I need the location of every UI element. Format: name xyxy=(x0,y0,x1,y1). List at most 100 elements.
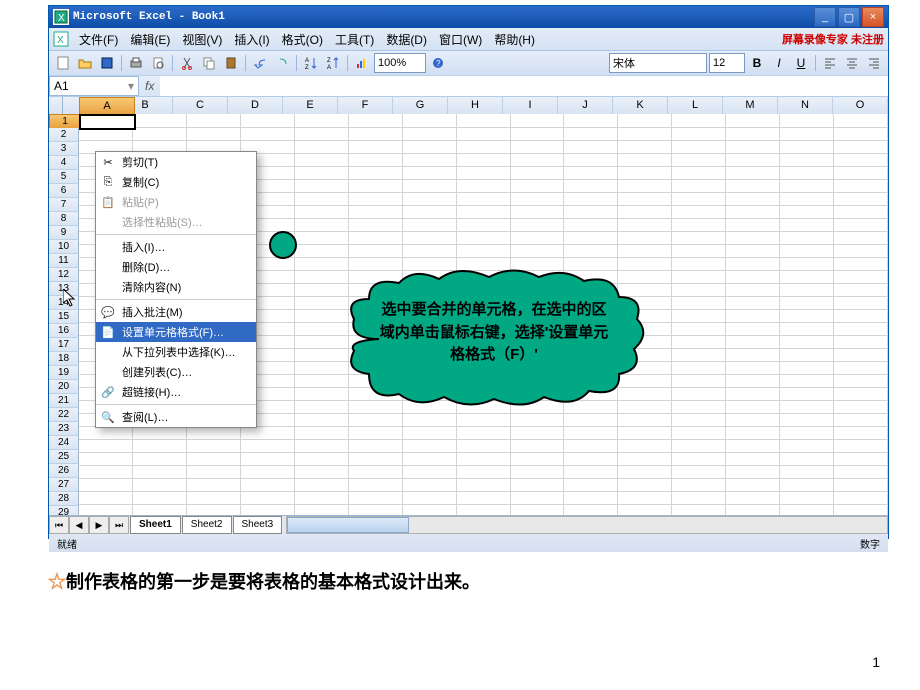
cell[interactable] xyxy=(672,348,726,362)
row-header[interactable]: 7 xyxy=(49,198,79,212)
menu-insert[interactable]: 插入(I) xyxy=(228,29,275,50)
tab-nav-last[interactable]: ⏭ xyxy=(109,516,129,534)
cell[interactable] xyxy=(403,179,457,193)
col-header[interactable]: D xyxy=(228,97,283,114)
cell[interactable] xyxy=(79,426,133,440)
cell[interactable] xyxy=(672,309,726,323)
paste-button[interactable] xyxy=(221,53,241,73)
tab-nav-prev[interactable]: ◀ xyxy=(69,516,89,534)
cell[interactable] xyxy=(187,426,241,440)
cell[interactable] xyxy=(349,127,403,141)
cell[interactable] xyxy=(780,478,834,492)
formula-input[interactable] xyxy=(160,76,888,96)
cell[interactable] xyxy=(618,140,672,154)
tab-nav-next[interactable]: ▶ xyxy=(89,516,109,534)
cell[interactable] xyxy=(511,153,565,167)
cell[interactable] xyxy=(726,153,780,167)
cell[interactable] xyxy=(241,114,295,128)
cell[interactable] xyxy=(726,270,780,284)
cell[interactable] xyxy=(79,465,133,479)
cell[interactable] xyxy=(780,335,834,349)
sheet-tab-3[interactable]: Sheet3 xyxy=(233,516,283,534)
cell[interactable] xyxy=(834,309,888,323)
cell[interactable] xyxy=(241,478,295,492)
col-header[interactable]: C xyxy=(173,97,228,114)
cell[interactable] xyxy=(618,205,672,219)
close-button[interactable]: × xyxy=(862,7,884,27)
col-header[interactable]: L xyxy=(668,97,723,114)
cell[interactable] xyxy=(672,153,726,167)
cell[interactable] xyxy=(511,127,565,141)
cell[interactable] xyxy=(618,244,672,258)
cell[interactable] xyxy=(457,218,511,232)
cell[interactable] xyxy=(564,231,618,245)
cell[interactable] xyxy=(672,335,726,349)
bold-button[interactable]: B xyxy=(747,53,767,73)
cell[interactable] xyxy=(672,504,726,515)
col-header[interactable]: E xyxy=(283,97,338,114)
cell[interactable] xyxy=(726,283,780,297)
cell[interactable] xyxy=(349,153,403,167)
cell[interactable] xyxy=(457,231,511,245)
sort-asc-button[interactable]: AZ xyxy=(301,53,321,73)
cell[interactable] xyxy=(295,231,349,245)
cell[interactable] xyxy=(295,439,349,453)
cell[interactable] xyxy=(511,478,565,492)
cell[interactable] xyxy=(295,179,349,193)
cell[interactable] xyxy=(726,478,780,492)
menu-window[interactable]: 窗口(W) xyxy=(433,29,488,50)
menu-data[interactable]: 数据(D) xyxy=(380,29,433,50)
cell[interactable] xyxy=(403,231,457,245)
redo-button[interactable] xyxy=(272,53,292,73)
cell[interactable] xyxy=(564,504,618,515)
undo-button[interactable] xyxy=(250,53,270,73)
cell[interactable] xyxy=(834,114,888,128)
row-header[interactable]: 8 xyxy=(49,212,79,226)
cell[interactable] xyxy=(780,257,834,271)
row-header[interactable]: 28 xyxy=(49,492,79,506)
cell[interactable] xyxy=(672,244,726,258)
cell[interactable] xyxy=(133,439,187,453)
cell[interactable] xyxy=(780,491,834,505)
cell[interactable] xyxy=(349,205,403,219)
cell[interactable] xyxy=(672,140,726,154)
cell[interactable] xyxy=(672,218,726,232)
cell[interactable] xyxy=(726,452,780,466)
cell[interactable] xyxy=(79,478,133,492)
cell[interactable] xyxy=(726,491,780,505)
cell[interactable] xyxy=(349,491,403,505)
row-header[interactable]: 25 xyxy=(49,450,79,464)
cell[interactable] xyxy=(403,413,457,427)
cell[interactable] xyxy=(457,504,511,515)
align-right-button[interactable] xyxy=(864,53,884,73)
cell[interactable] xyxy=(672,166,726,180)
print-button[interactable] xyxy=(126,53,146,73)
cell[interactable] xyxy=(780,465,834,479)
cell[interactable] xyxy=(834,491,888,505)
cell[interactable] xyxy=(834,270,888,284)
cell[interactable] xyxy=(780,296,834,310)
row-header[interactable]: 2 xyxy=(49,128,79,142)
save-button[interactable] xyxy=(97,53,117,73)
cell[interactable] xyxy=(241,426,295,440)
cell[interactable] xyxy=(133,426,187,440)
cell[interactable] xyxy=(133,491,187,505)
cell[interactable] xyxy=(618,478,672,492)
cell[interactable] xyxy=(295,153,349,167)
cell[interactable] xyxy=(618,426,672,440)
cell[interactable] xyxy=(834,335,888,349)
cell[interactable] xyxy=(618,452,672,466)
cell[interactable] xyxy=(187,452,241,466)
cell[interactable] xyxy=(834,231,888,245)
cell[interactable] xyxy=(511,179,565,193)
cell[interactable] xyxy=(133,504,187,515)
cell[interactable] xyxy=(457,426,511,440)
cell[interactable] xyxy=(564,426,618,440)
cell[interactable] xyxy=(672,465,726,479)
cell[interactable] xyxy=(672,387,726,401)
menu-format[interactable]: 格式(O) xyxy=(276,29,329,50)
cell[interactable] xyxy=(564,452,618,466)
cell[interactable] xyxy=(187,127,241,141)
row-header[interactable]: 29 xyxy=(49,506,79,515)
cell[interactable] xyxy=(403,127,457,141)
